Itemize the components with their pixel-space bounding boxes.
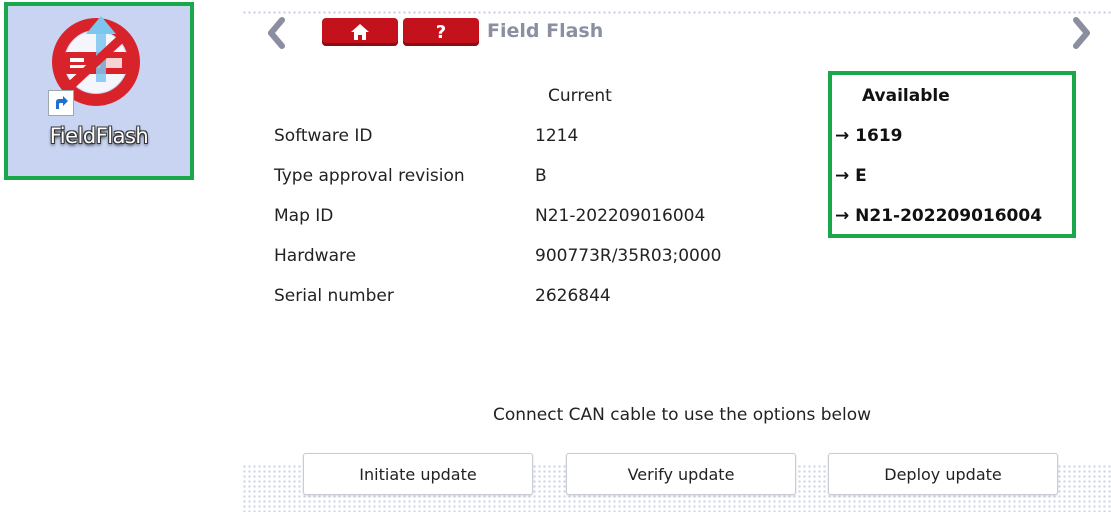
chevron-left-icon[interactable] <box>262 16 292 50</box>
shortcut-arrow-icon <box>48 90 74 116</box>
current-map-id: N21-202209016004 <box>535 206 706 226</box>
row-label-serial-number: Serial number <box>274 286 394 306</box>
connect-can-message: Connect CAN cable to use the options bel… <box>492 405 872 425</box>
chevron-right-icon[interactable] <box>1066 16 1096 50</box>
available-software-id: → 1619 <box>835 126 903 146</box>
deploy-update-button[interactable]: Deploy update <box>828 453 1058 495</box>
fieldflash-shortcut[interactable]: FieldFlash <box>4 2 194 180</box>
page-title: Field Flash <box>487 20 604 42</box>
home-button[interactable] <box>322 18 398 46</box>
current-serial-number: 2626844 <box>535 286 611 306</box>
row-label-software-id: Software ID <box>274 126 373 146</box>
row-label-map-id: Map ID <box>274 206 334 226</box>
current-type-approval: B <box>535 166 547 186</box>
row-label-hardware: Hardware <box>274 246 357 266</box>
current-software-id: 1214 <box>535 126 579 146</box>
available-type-approval: → E <box>835 166 867 186</box>
row-label-type-approval: Type approval revision <box>274 166 465 186</box>
current-column-header: Current <box>548 86 612 106</box>
available-map-id: → N21-202209016004 <box>835 206 1043 226</box>
initiate-update-button[interactable]: Initiate update <box>303 453 533 495</box>
home-icon <box>351 24 369 40</box>
help-button[interactable]: ? <box>403 18 479 46</box>
top-dotted-divider <box>242 10 1111 16</box>
shortcut-label: FieldFlash <box>49 124 149 148</box>
current-hardware: 900773R/35R03;0000 <box>535 246 722 266</box>
verify-update-button[interactable]: Verify update <box>566 453 796 495</box>
help-label: ? <box>435 21 447 43</box>
